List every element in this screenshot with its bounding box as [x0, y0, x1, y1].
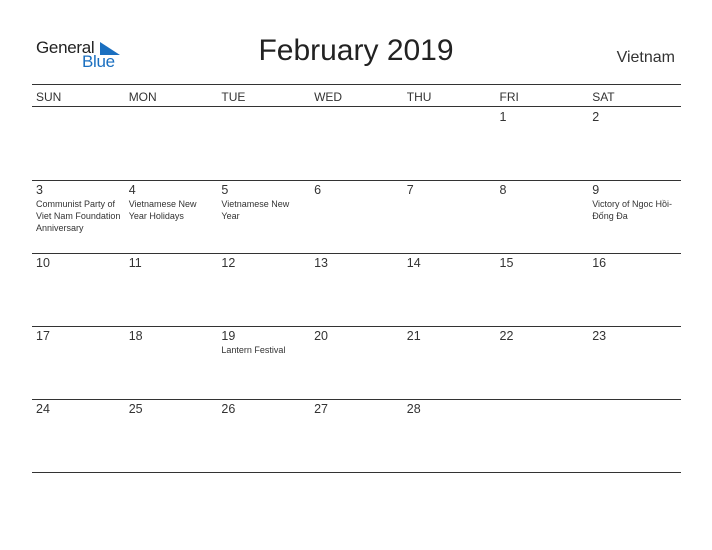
- day-number: 28: [406, 402, 421, 416]
- holiday-label: Vietnamese New Year: [221, 199, 290, 221]
- day-cell: 2: [588, 107, 680, 179]
- day-cell: 22: [496, 326, 588, 398]
- day-number: 26: [221, 402, 236, 416]
- day-cell: 1: [496, 107, 588, 179]
- day-cell: 24: [32, 399, 124, 471]
- day-number: 12: [221, 256, 236, 270]
- day-number: 8: [499, 183, 507, 197]
- day-number: 27: [314, 402, 328, 416]
- day-cell: 20: [310, 326, 402, 398]
- day-number: 11: [128, 256, 142, 270]
- day-number: 9: [592, 183, 600, 197]
- day-number: 15: [499, 256, 514, 270]
- day-cell: 12: [217, 253, 309, 325]
- day-cell: 19 Lantern Festival: [217, 326, 309, 398]
- day-cell: [588, 399, 680, 471]
- day-number: 19: [221, 329, 236, 343]
- holiday-label: Lantern Festival: [221, 345, 286, 355]
- day-number: 18: [128, 329, 143, 343]
- header-top-line: [32, 84, 681, 85]
- holiday-label: Vietnamese New Year Holidays: [128, 199, 197, 221]
- holiday-label: Communist Party of Viet Nam Foundation A…: [36, 199, 121, 233]
- day-of-week-header: MON: [128, 90, 157, 104]
- day-number: 23: [592, 329, 607, 343]
- day-cell: 17: [32, 326, 124, 398]
- day-cell: [217, 107, 309, 179]
- day-number: 1: [499, 110, 507, 124]
- day-cell: [310, 107, 402, 179]
- day-cell: 25: [125, 399, 217, 471]
- day-cell: 10: [32, 253, 124, 325]
- day-cell: 26: [217, 399, 309, 471]
- day-cell: 21: [403, 326, 495, 398]
- calendar-bottom-line: [32, 472, 681, 473]
- day-of-week-header: THU: [406, 90, 432, 104]
- day-cell: [125, 107, 217, 179]
- day-cell: 3 Communist Party of Viet Nam Foundation …: [32, 180, 124, 252]
- day-of-week-header: SUN: [36, 90, 62, 104]
- day-number: 13: [314, 256, 328, 270]
- day-cell: 11: [125, 253, 217, 325]
- day-cell: 18: [125, 326, 217, 398]
- day-cell: [403, 107, 495, 179]
- day-cell: 6: [310, 180, 402, 252]
- day-number: 10: [36, 256, 50, 270]
- day-number: 24: [36, 402, 50, 416]
- calendar-title: February 2019: [258, 34, 454, 67]
- day-number: 21: [406, 329, 421, 343]
- day-cell: 27: [310, 399, 402, 471]
- holiday-label: Victory of Ngoc Hồi-Đống Đa: [592, 199, 673, 221]
- day-cell: 4 Vietnamese New Year Holidays: [125, 180, 217, 252]
- day-number: 3: [36, 183, 43, 197]
- country-label: Vietnam: [616, 49, 675, 66]
- day-cell: 14: [403, 253, 495, 325]
- day-cell: 23: [588, 326, 680, 398]
- day-cell: 9 Victory of Ngoc Hồi-Đống Đa: [588, 180, 680, 252]
- day-cell: [496, 399, 588, 471]
- day-number: 20: [314, 329, 328, 343]
- day-number: 16: [592, 256, 607, 270]
- day-number: 25: [128, 402, 143, 416]
- day-number: 17: [36, 329, 50, 343]
- day-number: 5: [221, 183, 229, 197]
- day-number: 7: [406, 183, 414, 197]
- day-cell: 7: [403, 180, 495, 252]
- day-cell: 13: [310, 253, 402, 325]
- day-of-week-header: FRI: [499, 90, 519, 104]
- day-cell: [32, 107, 124, 179]
- day-cell: 5 Vietnamese New Year: [217, 180, 309, 252]
- day-number: 22: [499, 329, 514, 343]
- day-of-week-header: TUE: [221, 90, 246, 104]
- day-number: 14: [406, 256, 421, 270]
- day-of-week-header: WED: [314, 90, 343, 104]
- day-of-week-header: SAT: [592, 90, 615, 104]
- day-number: 6: [314, 183, 322, 197]
- day-number: 2: [592, 110, 600, 124]
- day-cell: 8: [496, 180, 588, 252]
- day-number: 4: [128, 183, 136, 197]
- day-cell: 16: [588, 253, 680, 325]
- day-cell: 15: [496, 253, 588, 325]
- day-cell: 28: [403, 399, 495, 471]
